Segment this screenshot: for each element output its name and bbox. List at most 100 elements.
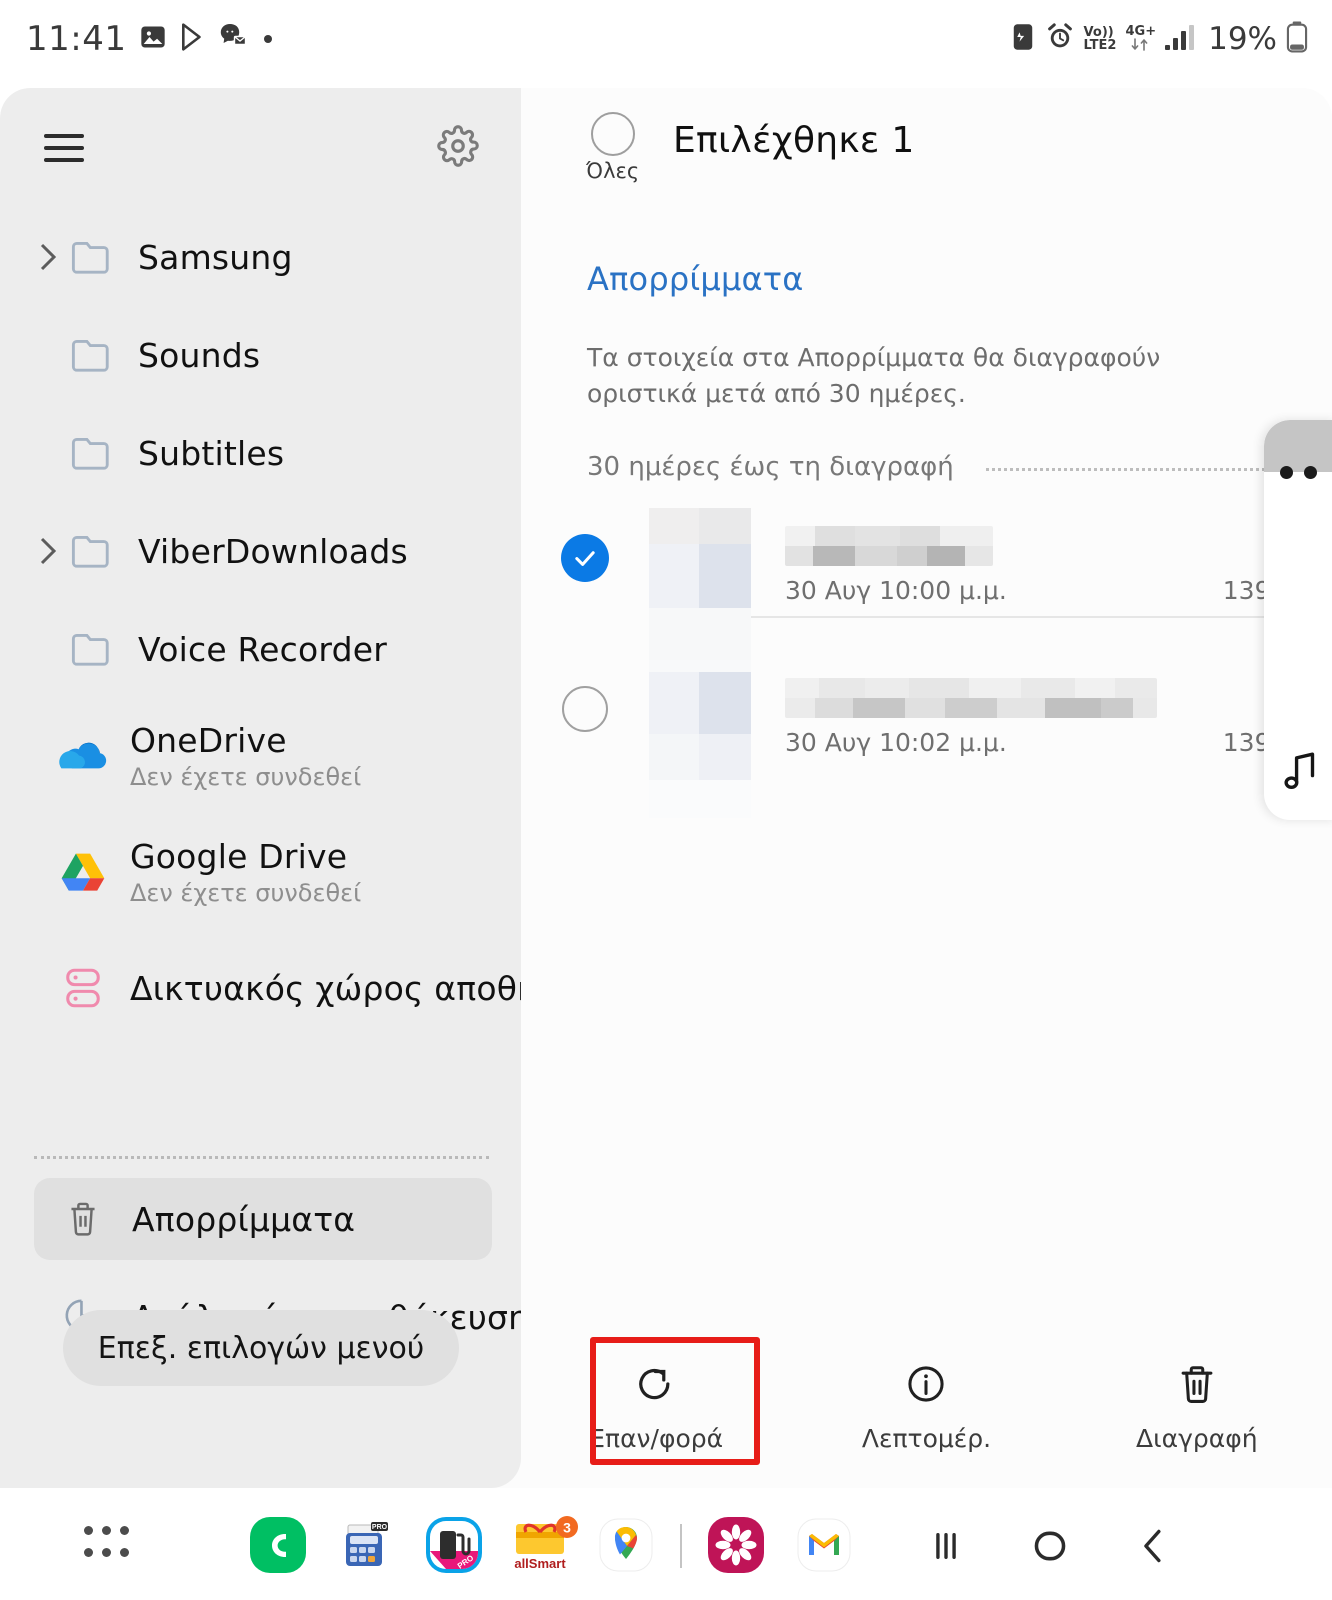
- section-dotted-line: [985, 467, 1277, 471]
- sidebar-item-onedrive[interactable]: OneDrive Δεν έχετε συνδεθεί: [0, 698, 521, 814]
- file-meta: 30 Αυγ 10:02 μ.μ. 139 KB: [751, 660, 1332, 757]
- sidebar: Samsung Sounds Subtitles ViberDownloads …: [0, 88, 608, 1488]
- sidebar-item-google-drive[interactable]: Google Drive Δεν έχετε συνδεθεί: [0, 814, 521, 930]
- info-icon: [904, 1362, 948, 1410]
- onedrive-texts: OneDrive Δεν έχετε συνδεθεί: [114, 721, 361, 791]
- row-checkbox-unselected[interactable]: [521, 660, 649, 732]
- network-gen-indicator: 4G+: [1125, 25, 1156, 54]
- sidebar-item-label: Samsung: [138, 237, 293, 277]
- sidebar-item-label: ViberDownloads: [138, 531, 408, 571]
- svg-text:3: 3: [563, 1520, 571, 1536]
- sidebar-item-subtitles[interactable]: Subtitles: [0, 404, 521, 502]
- battery-saver-icon: [1010, 22, 1036, 56]
- delete-label: Διαγραφή: [1136, 1424, 1258, 1453]
- drag-handle[interactable]: [1264, 420, 1332, 472]
- folder-list: Samsung Sounds Subtitles ViberDownloads …: [0, 208, 608, 1046]
- file-date: 30 Αυγ 10:02 μ.μ.: [785, 728, 1007, 757]
- music-note-icon[interactable]: [1278, 748, 1324, 798]
- google-drive-icon: [52, 851, 114, 893]
- row-checkbox-selected[interactable]: [521, 508, 649, 582]
- back-nav-icon[interactable]: [1126, 1518, 1182, 1574]
- app-drawer-icon[interactable]: [84, 1526, 130, 1562]
- network-storage-icon: [52, 966, 114, 1010]
- sidebar-item-network-storage[interactable]: Δικτυακός χώρος αποθήκε...: [0, 930, 608, 1046]
- status-clock: 11:41: [26, 19, 127, 59]
- main-panel: Όλες Επιλέχθηκε 1 Απορρίμματα Τα στοιχεί…: [521, 88, 1332, 1488]
- chevron-right-icon[interactable]: [34, 242, 62, 272]
- hamburger-menu-icon[interactable]: [44, 134, 84, 162]
- volte-bottom: LTE2: [1083, 38, 1117, 53]
- gear-icon[interactable]: [437, 125, 479, 171]
- restore-icon: [634, 1362, 678, 1410]
- home-nav-icon[interactable]: [1022, 1518, 1078, 1574]
- file-thumbnail[interactable]: [649, 508, 751, 666]
- delete-button[interactable]: Διαγραφή: [1062, 1330, 1332, 1453]
- data-arrows-icon: [1130, 37, 1152, 54]
- bottom-action-bar: Επαν/φορά Λεπτομέρ. Διαγραφή: [521, 1330, 1332, 1488]
- trash-icon: [50, 1199, 116, 1239]
- select-all-label: Όλες: [586, 159, 640, 183]
- chevron-right-icon[interactable]: [34, 536, 62, 566]
- file-manager-window: Samsung Sounds Subtitles ViberDownloads …: [0, 88, 1332, 1488]
- sidebar-item-sublabel: Δεν έχετε συνδεθεί: [130, 763, 362, 791]
- select-all-button[interactable]: Όλες: [586, 112, 639, 183]
- svg-text:PRO: PRO: [372, 1524, 388, 1531]
- empty-circle-icon[interactable]: [562, 686, 608, 732]
- play-store-icon: [180, 23, 206, 55]
- details-button[interactable]: Λεπτομέρ.: [791, 1330, 1061, 1453]
- battery-icon: [1286, 21, 1308, 57]
- google-drive-texts: Google Drive Δεν έχετε συνδεθεί: [114, 837, 361, 907]
- selection-header: Όλες Επιλέχθηκε 1: [521, 88, 1332, 198]
- select-all-circle-icon[interactable]: [590, 112, 635, 156]
- folder-icon: [62, 630, 122, 668]
- sidebar-item-viberdownloads[interactable]: ViberDownloads: [0, 502, 521, 600]
- sidebar-topbar: [0, 88, 521, 208]
- sidebar-item-label: Subtitles: [138, 433, 285, 473]
- sidebar-item-label: Google Drive: [130, 837, 348, 876]
- photo-icon: [139, 23, 167, 55]
- edit-menu-options-button[interactable]: Επεξ. επιλογών μενού: [63, 1310, 459, 1386]
- sidebar-item-voice-recorder[interactable]: Voice Recorder: [0, 600, 521, 698]
- signal-bars-icon: [1165, 23, 1199, 55]
- gmail-app-icon[interactable]: [796, 1517, 852, 1573]
- table-row[interactable]: 30 Αυγ 10:00 μ.μ. 139 KB: [521, 508, 1332, 666]
- screen: 11:41 Vo)) LTE2 4G+ 19% Samsung Sounds S…: [0, 0, 1332, 1600]
- allsmart-app-icon[interactable]: 3 allSmart: [510, 1514, 582, 1576]
- sidebar-item-sounds[interactable]: Sounds: [0, 306, 521, 404]
- folder-icon: [62, 434, 122, 472]
- google-maps-app-icon[interactable]: [598, 1517, 654, 1573]
- svg-text:allSmart: allSmart: [514, 1556, 566, 1571]
- file-date: 30 Αυγ 10:00 μ.μ.: [785, 576, 1007, 605]
- trash-description: Τα στοιχεία στα Απορρίμματα θα διαγραφού…: [587, 343, 1161, 408]
- sidebar-item-samsung[interactable]: Samsung: [0, 208, 521, 306]
- sidebar-item-label: OneDrive: [130, 721, 287, 760]
- fuel-pro-app-icon[interactable]: PRO: [426, 1517, 482, 1573]
- selection-count-title: Επιλέχθηκε 1: [673, 120, 915, 161]
- viber-message-icon: [219, 23, 249, 55]
- calculator-pro-app-icon[interactable]: PRO: [338, 1517, 394, 1573]
- table-row[interactable]: 30 Αυγ 10:02 μ.μ. 139 KB: [521, 660, 1332, 818]
- sidebar-item-trash[interactable]: Απορρίμματα: [34, 1178, 492, 1260]
- recents-nav-icon[interactable]: [918, 1518, 974, 1574]
- section-header-label: 30 ημέρες έως τη διαγραφή: [587, 452, 954, 482]
- edge-panel[interactable]: [1264, 420, 1332, 820]
- dot-icon: [262, 30, 274, 49]
- file-thumbnail[interactable]: [649, 660, 751, 818]
- file-meta: 30 Αυγ 10:00 μ.μ. 139 KB: [751, 508, 1332, 618]
- checkmark-icon[interactable]: [561, 534, 609, 582]
- sidebar-item-sublabel: Δεν έχετε συνδεθεί: [130, 879, 362, 907]
- status-bar-right: Vo)) LTE2 4G+ 19%: [1010, 21, 1308, 57]
- taskbar: PRO PRO 3 allSmart: [0, 1488, 1332, 1600]
- row-separator: [751, 616, 1332, 618]
- edge-panel-dots-icon: [1280, 466, 1317, 479]
- restore-button[interactable]: Επαν/φορά: [521, 1330, 791, 1453]
- volte-indicator: Vo)) LTE2: [1084, 26, 1117, 52]
- phone-app-icon[interactable]: [250, 1517, 306, 1573]
- file-name-blurred: [785, 526, 993, 566]
- battery-percent: 19%: [1208, 21, 1277, 57]
- restore-label: Επαν/φορά: [589, 1424, 724, 1453]
- status-bar: 11:41 Vo)) LTE2 4G+ 19%: [0, 0, 1332, 78]
- section-header: 30 ημέρες έως τη διαγραφή: [587, 452, 1277, 482]
- alarm-icon: [1045, 22, 1075, 56]
- flower-app-icon[interactable]: [708, 1517, 764, 1573]
